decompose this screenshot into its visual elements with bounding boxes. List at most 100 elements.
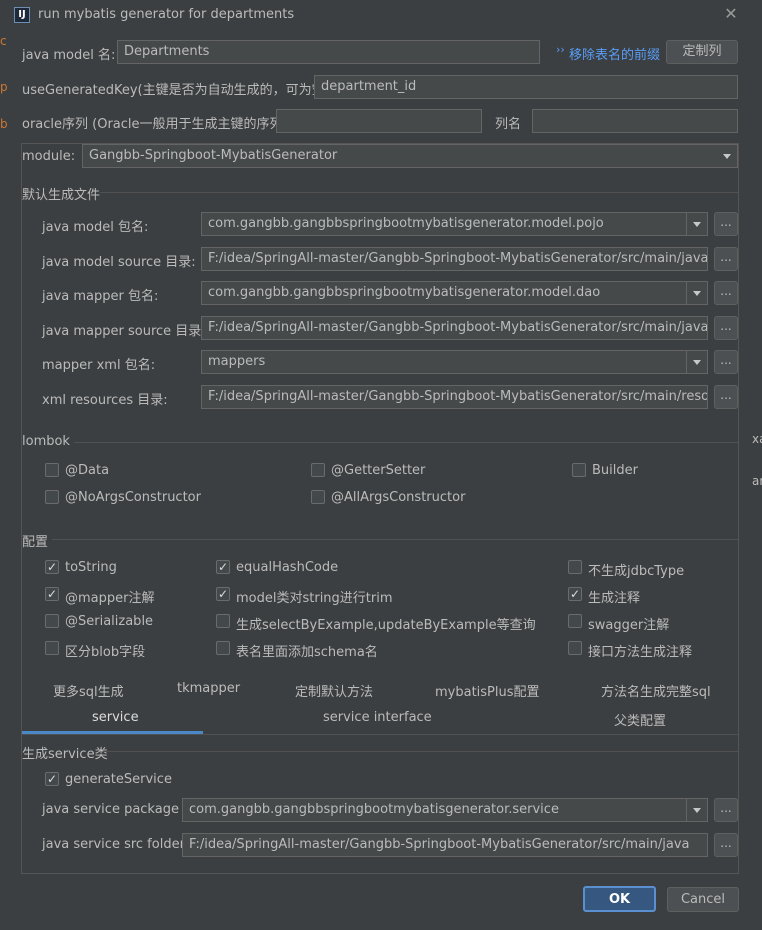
- chevron-down-icon: [717, 145, 737, 167]
- default-file-row-label: java model 包名:: [42, 220, 149, 235]
- config-section-title: 配置: [22, 535, 49, 550]
- column-name-label: 列名: [495, 117, 522, 132]
- chevron-down-icon: [686, 799, 707, 821]
- config-checkbox[interactable]: [216, 587, 230, 601]
- section-divider: [100, 192, 738, 193]
- default-file-row-value: com.gangbb.gangbbspringbootmybatisgenera…: [208, 285, 601, 300]
- service-package-select[interactable]: com.gangbb.gangbbspringbootmybatisgenera…: [182, 798, 708, 822]
- default-file-row-select[interactable]: com.gangbb.gangbbspringbootmybatisgenera…: [201, 281, 708, 305]
- config-checkbox-label: @Serializable: [65, 614, 154, 629]
- lombok-section-title: lombok: [22, 434, 70, 449]
- use-generated-key-input[interactable]: department_id: [314, 75, 738, 99]
- service-package-browse-button[interactable]: ...: [714, 798, 738, 822]
- lombok-checkbox[interactable]: [572, 463, 586, 477]
- config-checkbox[interactable]: [568, 587, 582, 601]
- default-file-row-value: com.gangbb.gangbbspringbootmybatisgenera…: [208, 216, 604, 231]
- default-file-row-browse-button[interactable]: ...: [714, 385, 738, 409]
- config-checkbox-label: 接口方法生成注释: [588, 645, 693, 660]
- background-editor-char: b: [0, 117, 8, 131]
- ok-button[interactable]: OK: [583, 886, 656, 912]
- use-generated-key-label: useGeneratedKey(主键是否为自动生成的，可为空):: [22, 83, 335, 98]
- lombok-checkbox-label: @AllArgsConstructor: [331, 490, 466, 505]
- config-checkbox-label: 不生成jdbcType: [588, 564, 685, 579]
- column-name-input[interactable]: [532, 109, 738, 133]
- default-file-row-browse-button[interactable]: ...: [714, 281, 738, 305]
- customize-columns-button[interactable]: 定制列: [666, 40, 738, 64]
- default-file-row-label: xml resources 目录:: [42, 393, 168, 408]
- java-model-name-input[interactable]: Departments: [117, 40, 540, 64]
- default-file-row-label: java mapper source 目录:: [42, 324, 206, 339]
- service-folder-label: java service src folder: [42, 837, 185, 852]
- default-file-row-value: mappers: [208, 354, 266, 369]
- tab[interactable]: 父类配置: [614, 710, 666, 729]
- config-checkbox-label: 表名里面添加schema名: [236, 645, 378, 660]
- background-editor-char: c: [0, 34, 7, 48]
- cancel-button[interactable]: Cancel: [667, 887, 739, 912]
- lombok-checkbox-label: @Data: [65, 463, 110, 478]
- config-checkbox-label: 生成selectByExample,updateByExample等查询: [236, 618, 536, 633]
- chevron-down-icon: [686, 282, 707, 304]
- default-file-row-browse-button[interactable]: ...: [714, 247, 738, 271]
- config-checkbox[interactable]: [45, 614, 59, 628]
- generate-service-label: generateService: [65, 772, 172, 787]
- default-file-row-label: java mapper 包名:: [42, 289, 159, 304]
- lombok-checkbox[interactable]: [311, 490, 325, 504]
- generate-service-checkbox[interactable]: [45, 772, 59, 786]
- tab[interactable]: mybatisPlus配置: [435, 681, 540, 700]
- tab[interactable]: service interface: [323, 710, 432, 725]
- lombok-checkbox[interactable]: [45, 463, 59, 477]
- lombok-checkbox[interactable]: [45, 490, 59, 504]
- service-folder-input[interactable]: F:/idea/SpringAll-master/Gangbb-Springbo…: [182, 833, 708, 857]
- generate-service-section-title: 生成service类: [22, 747, 108, 762]
- service-package-value: com.gangbb.gangbbspringbootmybatisgenera…: [189, 802, 559, 817]
- module-select[interactable]: Gangbb-Springboot-MybatisGenerator: [82, 144, 738, 168]
- service-package-label: java service package: [42, 802, 179, 817]
- window-title: run mybatis generator for departments: [38, 7, 295, 22]
- config-checkbox-label: equalHashCode: [236, 560, 339, 575]
- remove-table-prefix-link[interactable]: 移除表名的前缀: [569, 44, 660, 63]
- tab[interactable]: 更多sql生成: [53, 681, 124, 700]
- lombok-checkbox-label: @NoArgsConstructor: [65, 490, 201, 505]
- module-select-value: Gangbb-Springboot-MybatisGenerator: [89, 148, 338, 163]
- config-checkbox-label: 区分blob字段: [65, 645, 146, 660]
- config-checkbox[interactable]: [568, 641, 582, 655]
- default-file-row-label: java model source 目录:: [42, 255, 196, 270]
- default-file-row-input[interactable]: F:/idea/SpringAll-master/Gangbb-Springbo…: [201, 385, 708, 409]
- oracle-sequence-input[interactable]: [276, 109, 482, 133]
- default-file-row-browse-button[interactable]: ...: [714, 212, 738, 236]
- tab-active[interactable]: service: [92, 710, 139, 725]
- section-divider: [74, 442, 738, 443]
- close-icon[interactable]: ✕: [722, 4, 740, 24]
- config-checkbox[interactable]: [45, 641, 59, 655]
- tab[interactable]: 定制默认方法: [295, 681, 373, 700]
- default-file-row-select[interactable]: com.gangbb.gangbbspringbootmybatisgenera…: [201, 212, 708, 236]
- config-checkbox[interactable]: [45, 587, 59, 601]
- config-checkbox-label: swagger注解: [588, 618, 670, 633]
- lombok-checkbox-label: Builder: [592, 463, 638, 478]
- config-checkbox[interactable]: [216, 614, 230, 628]
- section-divider: [52, 539, 738, 540]
- service-folder-browse-button[interactable]: ...: [714, 833, 738, 857]
- default-file-row-input[interactable]: F:/idea/SpringAll-master/Gangbb-Springbo…: [201, 247, 708, 271]
- background-editor-char: xa: [752, 432, 762, 446]
- config-checkbox[interactable]: [568, 560, 582, 574]
- config-checkbox[interactable]: [216, 560, 230, 574]
- java-model-label: java model 名:: [22, 48, 116, 63]
- default-file-row-label: mapper xml 包名:: [42, 358, 156, 373]
- config-checkbox[interactable]: [45, 560, 59, 574]
- section-divider: [103, 751, 738, 752]
- default-file-row-input[interactable]: F:/idea/SpringAll-master/Gangbb-Springbo…: [201, 316, 708, 340]
- tab[interactable]: 方法名生成完整sql: [601, 681, 711, 700]
- default-file-row-select[interactable]: mappers: [201, 350, 708, 374]
- lombok-checkbox[interactable]: [311, 463, 325, 477]
- default-files-section-title: 默认生成文件: [22, 188, 101, 203]
- config-checkbox[interactable]: [568, 614, 582, 628]
- default-file-row-browse-button[interactable]: ...: [714, 316, 738, 340]
- background-editor-char: p: [0, 80, 8, 94]
- config-checkbox[interactable]: [216, 641, 230, 655]
- module-label: module:: [22, 149, 76, 164]
- double-chevron-right-icon: ››: [556, 43, 565, 56]
- config-checkbox-label: 生成注释: [588, 591, 641, 606]
- tab[interactable]: tkmapper: [177, 681, 240, 696]
- default-file-row-browse-button[interactable]: ...: [714, 350, 738, 374]
